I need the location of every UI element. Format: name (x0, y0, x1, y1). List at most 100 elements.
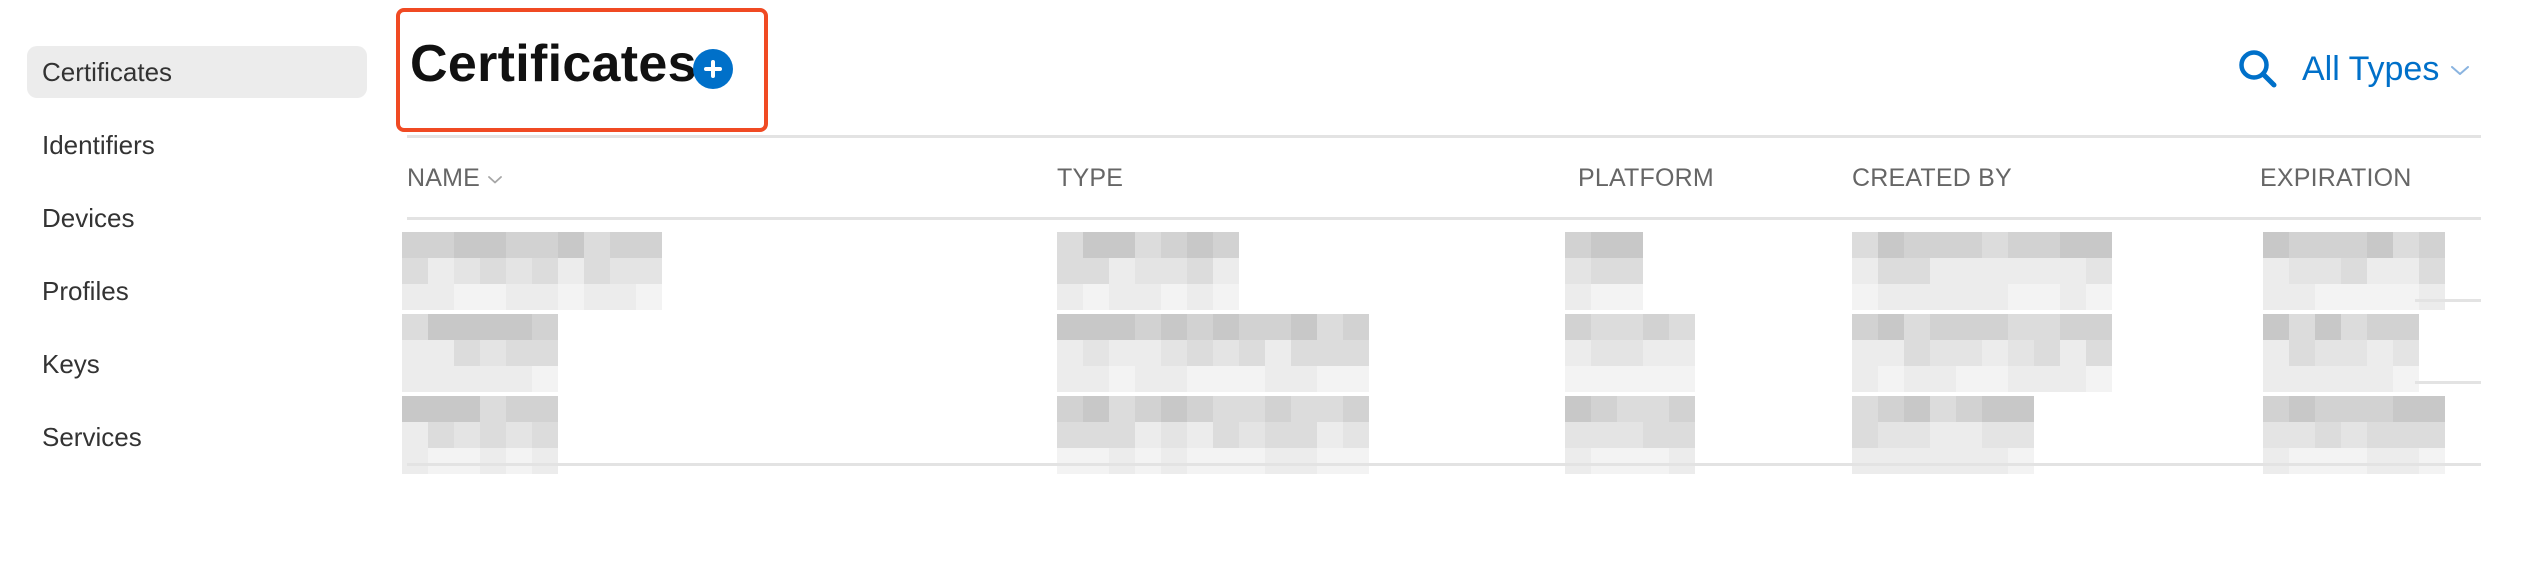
redacted-pixel-block (2367, 340, 2393, 366)
redacted-pixel-block (2393, 232, 2419, 258)
redacted-pixel-block (1187, 314, 1213, 340)
redacted-pixel-block (1109, 422, 1135, 448)
redacted-pixel-block (2034, 258, 2060, 284)
redacted-pixel-block (1956, 396, 1982, 422)
redacted-pixel-block (1187, 396, 1213, 422)
redacted-pixel-block (2393, 448, 2419, 474)
redacted-pixel-block (1135, 448, 1161, 474)
column-header-expiration: EXPIRATION (2260, 138, 2412, 218)
cell-type (1057, 382, 1369, 474)
redacted-pixel-block (1669, 422, 1695, 448)
redacted-pixel-block (1265, 448, 1291, 474)
redacted-pixel-block (2341, 232, 2367, 258)
redacted-pixel-block (2419, 448, 2445, 474)
redacted-pixel-block (506, 258, 532, 284)
cell-expiration (2263, 300, 2419, 392)
redacted-pixel-block (2034, 314, 2060, 340)
table-row[interactable] (0, 300, 2540, 392)
cell-type (1057, 218, 1239, 310)
redacted-pixel-block (2263, 448, 2289, 474)
redacted-pixel-block (1852, 422, 1878, 448)
redacted-pixel-block (1904, 448, 1930, 474)
cell-name (402, 382, 558, 474)
redacted-pixel-block (1591, 396, 1617, 422)
table-bottom-divider (407, 463, 2481, 466)
redacted-pixel-block (480, 314, 506, 340)
redacted-pixel-block (2393, 340, 2419, 366)
redacted-pixel-block (1617, 314, 1643, 340)
redacted-pixel-block (1135, 422, 1161, 448)
redacted-pixel-block (2341, 314, 2367, 340)
sidebar-item-label: Certificates (42, 56, 173, 87)
redacted-pixel-block (428, 232, 454, 258)
redacted-pixel-block (1982, 396, 2008, 422)
redacted-pixel-block (2263, 422, 2289, 448)
redacted-pixel-block (1083, 396, 1109, 422)
redacted-pixel-block (2263, 232, 2289, 258)
redacted-pixel-block (2289, 396, 2315, 422)
redacted-pixel-block (506, 396, 532, 422)
redacted-pixel-block (2393, 396, 2419, 422)
table-row[interactable] (0, 218, 2540, 310)
redacted-pixel-block (1565, 232, 1591, 258)
column-header-label: TYPE (1057, 163, 1124, 192)
redacted-pixel-block (1161, 340, 1187, 366)
redacted-pixel-block (1239, 396, 1265, 422)
redacted-pixel-block (1565, 314, 1591, 340)
redacted-pixel-block (1187, 258, 1213, 284)
redacted-pixel-block (2315, 314, 2341, 340)
redacted-pixel-block (454, 340, 480, 366)
cell-expiration (2263, 382, 2445, 474)
redacted-pixel-block (1343, 396, 1369, 422)
redacted-pixel-block (1643, 340, 1669, 366)
redacted-pixel-block (1161, 448, 1187, 474)
sidebar-item-certificates[interactable]: Certificates (27, 46, 367, 98)
redacted-pixel-block (2086, 232, 2112, 258)
redacted-pixel-block (1265, 396, 1291, 422)
redacted-pixel-block (454, 396, 480, 422)
table-header: NAME TYPE PLATFORM CREATED BY EXPIRATION (0, 138, 2540, 218)
redacted-pixel-block (2341, 340, 2367, 366)
redacted-pixel-block (1591, 258, 1617, 284)
add-certificate-button[interactable] (693, 49, 733, 89)
redacted-pixel-block (1083, 340, 1109, 366)
redacted-pixel-block (1669, 396, 1695, 422)
redacted-pixel-block (532, 396, 558, 422)
redacted-pixel-block (2263, 340, 2289, 366)
redacted-pixel-block (1057, 340, 1083, 366)
redacted-pixel-block (2008, 448, 2034, 474)
type-filter-dropdown[interactable]: All Types (2302, 44, 2470, 94)
redacted-pixel-block (2008, 232, 2034, 258)
redacted-pixel-block (1852, 448, 1878, 474)
redacted-pixel-block (1265, 422, 1291, 448)
search-button[interactable] (2238, 49, 2278, 89)
redacted-pixel-block (1239, 448, 1265, 474)
redacted-pixel-block (1617, 422, 1643, 448)
redacted-pixel-block (454, 422, 480, 448)
redacted-pixel-block (402, 232, 428, 258)
table-row[interactable] (0, 382, 2540, 474)
redacted-pixel-block (2419, 422, 2445, 448)
redacted-pixel-block (2341, 258, 2367, 284)
redacted-pixel-block (1643, 422, 1669, 448)
redacted-pixel-block (402, 448, 428, 474)
redacted-pixel-block (1109, 314, 1135, 340)
redacted-pixel-block (2393, 258, 2419, 284)
redacted-pixel-block (1982, 448, 2008, 474)
redacted-pixel-block (2367, 258, 2393, 284)
redacted-pixel-block (2289, 232, 2315, 258)
redacted-pixel-block (402, 422, 428, 448)
redacted-pixel-block (1982, 314, 2008, 340)
redacted-pixel-block (1057, 258, 1083, 284)
page-title: Certificates (410, 35, 697, 93)
redacted-pixel-block (1317, 448, 1343, 474)
redacted-pixel-block (1109, 258, 1135, 284)
column-header-type: TYPE (1057, 138, 1123, 218)
redacted-pixel-block (1930, 422, 1956, 448)
redacted-pixel-block (480, 448, 506, 474)
redacted-pixel-block (2419, 396, 2445, 422)
redacted-pixel-block (1161, 422, 1187, 448)
redacted-pixel-block (1591, 448, 1617, 474)
redacted-pixel-block (1643, 396, 1669, 422)
column-header-name[interactable]: NAME (407, 138, 502, 218)
